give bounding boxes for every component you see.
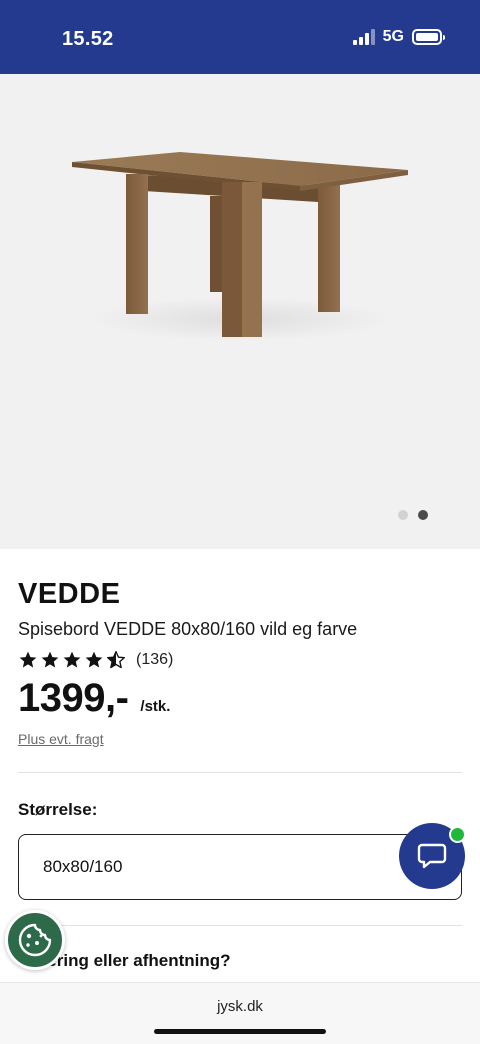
network-type: 5G	[382, 28, 404, 45]
status-time: 15.52	[62, 28, 114, 50]
star-half-icon	[107, 651, 126, 669]
star-full-icon	[85, 651, 103, 668]
divider	[18, 925, 462, 926]
product-title: Spisebord VEDDE 80x80/160 vild eg farve	[18, 619, 358, 639]
home-indicator[interactable]	[154, 1029, 326, 1034]
status-indicators: 5G	[352, 28, 445, 46]
chat-online-indicator	[449, 826, 466, 843]
star-full-icon	[63, 651, 81, 668]
browser-address-bar[interactable]: jysk.dk	[0, 982, 480, 1044]
freight-link[interactable]: Plus evt. fragt	[18, 731, 104, 747]
divider	[18, 772, 462, 773]
price-unit: /stk.	[140, 698, 171, 715]
star-full-icon	[41, 651, 59, 668]
product-brand: VEDDE	[18, 578, 121, 610]
size-label: Størrelse:	[18, 800, 98, 819]
size-selected-value: 80x80/160	[43, 857, 123, 876]
url-text[interactable]: jysk.dk	[0, 998, 480, 1015]
product-rating[interactable]: (136)	[18, 650, 173, 670]
battery-icon	[412, 29, 445, 45]
chat-bubble-icon	[417, 843, 447, 869]
cookie-settings-button[interactable]	[5, 910, 65, 970]
signal-icon	[352, 29, 375, 45]
gallery-dot-2[interactable]	[418, 510, 428, 520]
size-select[interactable]: 80x80/160	[18, 834, 462, 900]
review-count: (136)	[136, 651, 174, 668]
cookie-icon	[18, 923, 52, 957]
price-row: 1399,- /stk.	[18, 676, 170, 721]
gallery-pagination[interactable]	[398, 510, 428, 520]
gallery-dot-1[interactable]	[398, 510, 408, 520]
product-image-gallery[interactable]	[0, 74, 480, 549]
product-price: 1399,-	[18, 676, 129, 720]
dining-table-image	[72, 152, 408, 341]
star-full-icon	[19, 651, 37, 668]
status-bar: 15.52 5G	[0, 0, 480, 74]
